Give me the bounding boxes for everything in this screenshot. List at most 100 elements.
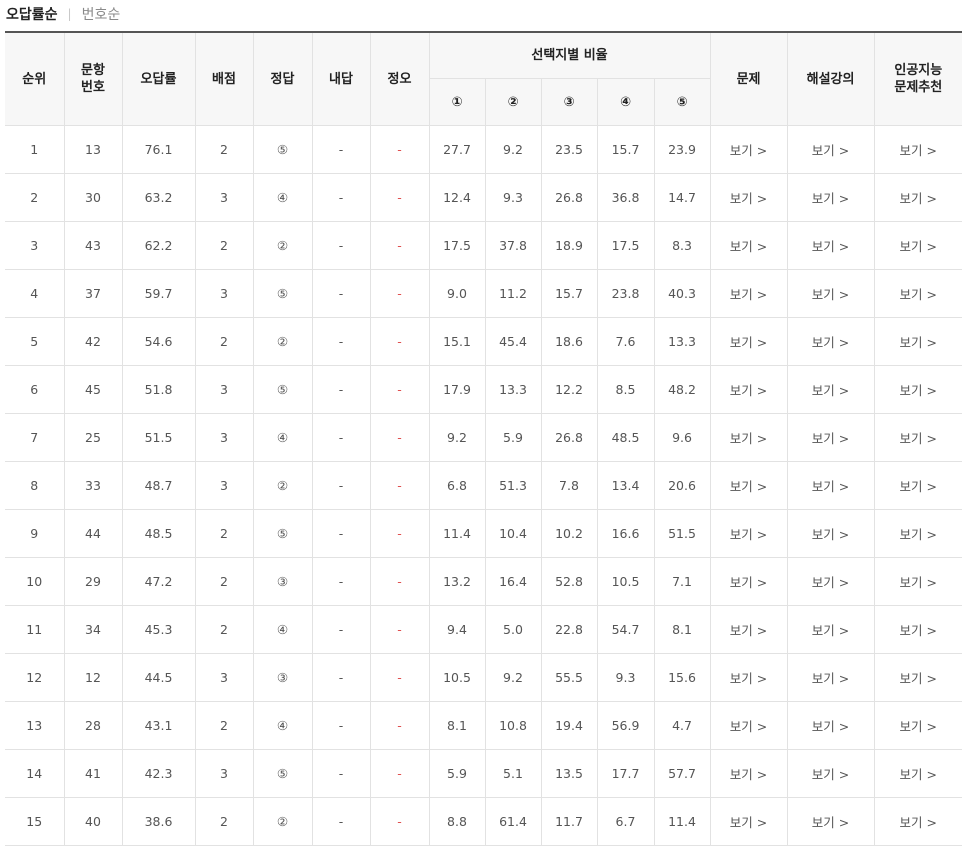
view-lecture-link[interactable]: 보기 > — [786, 317, 875, 366]
error-rate-cell: 45.3 — [121, 605, 196, 654]
view-question-link[interactable]: 보기 > — [709, 221, 788, 270]
view-lecture-link[interactable]: 보기 > — [786, 701, 875, 750]
choice-2-ratio-cell: 5.1 — [484, 749, 542, 798]
choice-2-ratio-cell: 5.0 — [484, 605, 542, 654]
choice-1-ratio-cell: 6.8 — [428, 461, 486, 510]
points-cell: 2 — [194, 701, 254, 750]
view-lecture-link[interactable]: 보기 > — [786, 557, 875, 606]
view-question-link[interactable]: 보기 > — [709, 269, 788, 318]
correct-wrong-cell: - — [369, 173, 430, 222]
choice-4-ratio-cell: 8.5 — [596, 365, 655, 414]
view-lecture-link[interactable]: 보기 > — [786, 509, 875, 558]
question-number-cell: 34 — [63, 605, 123, 654]
sort-by-number-tab[interactable]: 번호순 — [82, 4, 121, 24]
choice-3-ratio-cell: 26.8 — [540, 173, 598, 222]
rank-cell: 14 — [5, 749, 65, 798]
my-answer-cell: - — [311, 317, 371, 366]
rank-cell: 4 — [5, 269, 65, 318]
points-cell: 2 — [194, 221, 254, 270]
question-number-cell: 29 — [63, 557, 123, 606]
choice-1-ratio-cell: 5.9 — [428, 749, 486, 798]
my-answer-cell: - — [311, 653, 371, 702]
view-lecture-link[interactable]: 보기 > — [786, 269, 875, 318]
choice-5-ratio-cell: 7.1 — [653, 557, 711, 606]
choice-5-ratio-cell: 9.6 — [653, 413, 711, 462]
view-ai-recommend-link[interactable]: 보기 > — [873, 173, 963, 222]
table-row: 3 43 62.2 2 ② - -17.5 37.8 18.9 17.5 8.3 보기 > 보기 > 보기… — [5, 221, 963, 270]
answer-cell: ④ — [252, 173, 313, 222]
choice-3-ratio-cell: 26.8 — [540, 413, 598, 462]
view-question-link[interactable]: 보기 > — [709, 701, 788, 750]
view-question-link[interactable]: 보기 > — [709, 125, 788, 174]
view-lecture-link[interactable]: 보기 > — [786, 365, 875, 414]
choice-2-ratio-cell: 10.4 — [484, 509, 542, 558]
choice-4-ratio-cell: 16.6 — [596, 509, 655, 558]
view-question-link[interactable]: 보기 > — [709, 605, 788, 654]
table-row: 13 28 43.1 2 ④ - -8.1 10.8 19.4 56.9 4.7 보기 > 보기 > 보기… — [5, 701, 963, 750]
view-ai-recommend-link[interactable]: 보기 > — [873, 701, 963, 750]
sort-by-error-rate-tab[interactable]: 오답률순 — [6, 4, 58, 24]
view-lecture-link[interactable]: 보기 > — [786, 125, 875, 174]
correct-wrong-cell: - — [369, 461, 430, 510]
view-question-link[interactable]: 보기 > — [709, 653, 788, 702]
header-correct-wrong: 정오 — [369, 31, 430, 126]
correct-wrong-cell: - — [369, 365, 430, 414]
header-points: 배점 — [194, 31, 254, 126]
choice-4-ratio-cell: 15.7 — [596, 125, 655, 174]
rank-cell: 12 — [5, 653, 65, 702]
view-lecture-link[interactable]: 보기 > — [786, 605, 875, 654]
choice-3-ratio-cell: 13.5 — [540, 749, 598, 798]
error-rate-cell: 48.5 — [121, 509, 196, 558]
view-lecture-link[interactable]: 보기 > — [786, 749, 875, 798]
choice-1-ratio-cell: 9.2 — [428, 413, 486, 462]
view-ai-recommend-link[interactable]: 보기 > — [873, 413, 963, 462]
correct-wrong-cell: - — [369, 221, 430, 270]
view-ai-recommend-link[interactable]: 보기 > — [873, 749, 963, 798]
view-question-link[interactable]: 보기 > — [709, 461, 788, 510]
view-ai-recommend-link[interactable]: 보기 > — [873, 125, 963, 174]
view-ai-recommend-link[interactable]: 보기 > — [873, 797, 963, 846]
view-question-link[interactable]: 보기 > — [709, 557, 788, 606]
my-answer-cell: - — [311, 173, 371, 222]
view-question-link[interactable]: 보기 > — [709, 173, 788, 222]
choice-4-ratio-cell: 10.5 — [596, 557, 655, 606]
view-lecture-link[interactable]: 보기 > — [786, 797, 875, 846]
view-lecture-link[interactable]: 보기 > — [786, 221, 875, 270]
view-question-link[interactable]: 보기 > — [709, 365, 788, 414]
header-question: 문제 — [709, 31, 788, 126]
view-question-link[interactable]: 보기 > — [709, 509, 788, 558]
header-answer: 정답 — [252, 31, 313, 126]
view-lecture-link[interactable]: 보기 > — [786, 461, 875, 510]
view-ai-recommend-link[interactable]: 보기 > — [873, 269, 963, 318]
choice-4-ratio-cell: 56.9 — [596, 701, 655, 750]
choice-5-ratio-cell: 14.7 — [653, 173, 711, 222]
view-lecture-link[interactable]: 보기 > — [786, 653, 875, 702]
view-question-link[interactable]: 보기 > — [709, 797, 788, 846]
view-ai-recommend-link[interactable]: 보기 > — [873, 557, 963, 606]
view-ai-recommend-link[interactable]: 보기 > — [873, 365, 963, 414]
choice-2-ratio-cell: 9.2 — [484, 653, 542, 702]
choice-5-ratio-cell: 51.5 — [653, 509, 711, 558]
question-number-cell: 25 — [63, 413, 123, 462]
view-question-link[interactable]: 보기 > — [709, 749, 788, 798]
view-ai-recommend-link[interactable]: 보기 > — [873, 461, 963, 510]
view-ai-recommend-link[interactable]: 보기 > — [873, 221, 963, 270]
view-question-link[interactable]: 보기 > — [709, 317, 788, 366]
choice-3-ratio-cell: 52.8 — [540, 557, 598, 606]
view-ai-recommend-link[interactable]: 보기 > — [873, 317, 963, 366]
view-ai-recommend-link[interactable]: 보기 > — [873, 605, 963, 654]
choice-3-ratio-cell: 15.7 — [540, 269, 598, 318]
choice-1-ratio-cell: 9.4 — [428, 605, 486, 654]
sort-tab-separator: | — [67, 7, 72, 21]
view-lecture-link[interactable]: 보기 > — [786, 413, 875, 462]
view-ai-recommend-link[interactable]: 보기 > — [873, 509, 963, 558]
choice-1-ratio-cell: 8.8 — [428, 797, 486, 846]
view-ai-recommend-link[interactable]: 보기 > — [873, 653, 963, 702]
question-number-cell: 12 — [63, 653, 123, 702]
view-question-link[interactable]: 보기 > — [709, 413, 788, 462]
choice-1-ratio-cell: 13.2 — [428, 557, 486, 606]
rank-cell: 8 — [5, 461, 65, 510]
correct-wrong-cell: - — [369, 749, 430, 798]
view-lecture-link[interactable]: 보기 > — [786, 173, 875, 222]
rank-cell: 15 — [5, 797, 65, 846]
